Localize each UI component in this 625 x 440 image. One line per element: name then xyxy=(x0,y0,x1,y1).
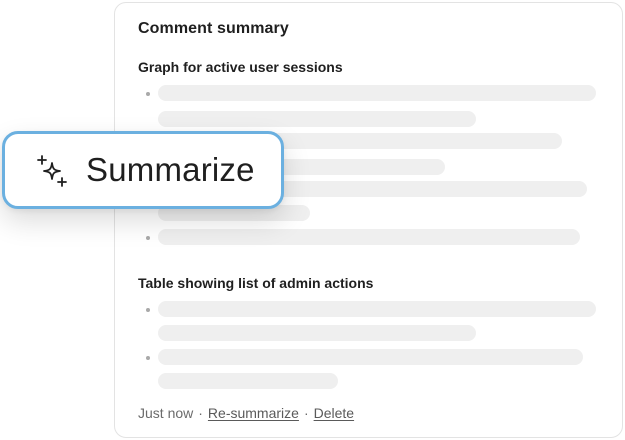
summarize-button[interactable]: Summarize xyxy=(2,131,284,209)
section-heading-table: Table showing list of admin actions xyxy=(138,275,374,291)
comment-summary-panel: Comment summary Graph for active user se… xyxy=(114,2,623,438)
sparkles-icon xyxy=(37,155,67,187)
delete-link[interactable]: Delete xyxy=(314,405,354,421)
section-heading-graph: Graph for active user sessions xyxy=(138,59,343,75)
skeleton-line xyxy=(158,373,338,389)
skeleton-line xyxy=(158,111,476,127)
list-bullet xyxy=(146,308,150,312)
skeleton-line xyxy=(158,85,596,101)
list-bullet xyxy=(146,236,150,240)
separator: · xyxy=(303,405,309,421)
summary-footer: Just now · Re-summarize · Delete xyxy=(138,405,354,421)
list-bullet xyxy=(146,356,150,360)
panel-title: Comment summary xyxy=(138,20,289,37)
skeleton-line xyxy=(158,325,476,341)
skeleton-line xyxy=(158,349,583,365)
list-bullet xyxy=(146,92,150,96)
separator: · xyxy=(198,405,203,421)
skeleton-line xyxy=(158,301,596,317)
resummarize-link[interactable]: Re-summarize xyxy=(208,405,299,421)
summarize-label: Summarize xyxy=(86,151,255,188)
skeleton-line xyxy=(158,229,580,245)
timestamp: Just now xyxy=(138,405,194,421)
